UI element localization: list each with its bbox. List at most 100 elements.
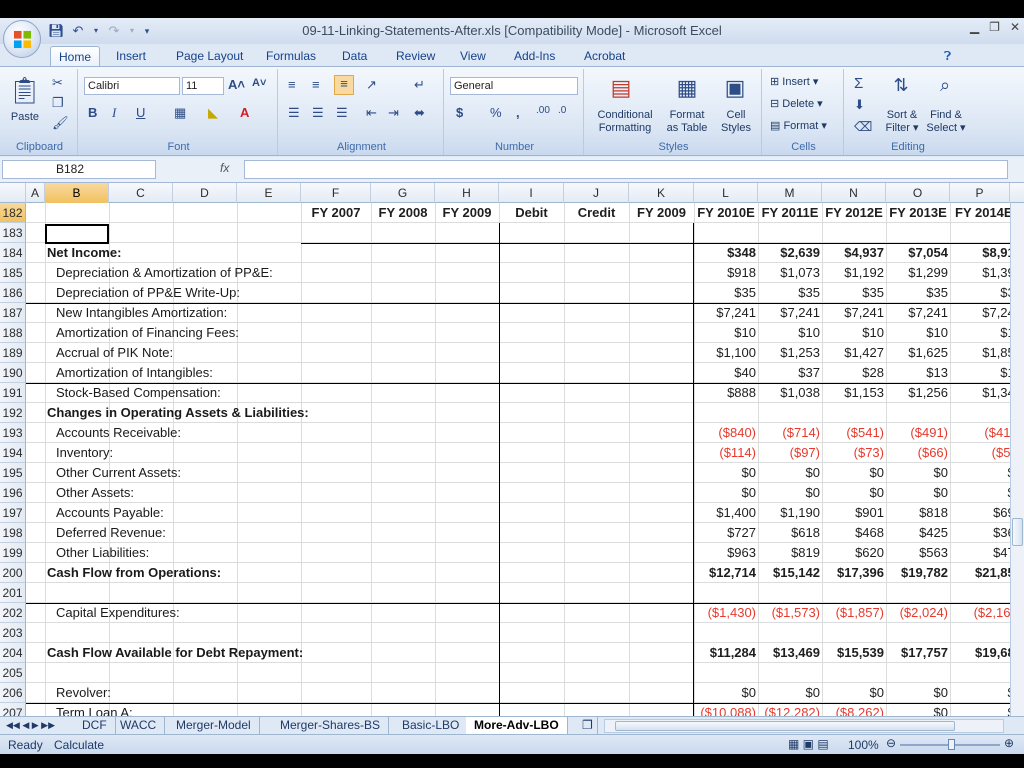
value-cell[interactable]: $17,396	[822, 563, 886, 583]
value-cell[interactable]: ($66)	[886, 443, 950, 463]
column-title-m[interactable]: FY 2011E	[758, 203, 822, 223]
value-cell[interactable]: $17,757	[886, 643, 950, 663]
align-bottom-icon[interactable]: ≡	[334, 75, 354, 95]
horizontal-scrollbar[interactable]	[604, 719, 1004, 733]
column-header-o[interactable]: O	[886, 183, 950, 203]
row-header[interactable]: 199	[0, 543, 26, 563]
tab-home[interactable]: Home	[50, 46, 101, 66]
row-header[interactable]: 203	[0, 623, 26, 643]
restore-icon[interactable]: ❐	[989, 20, 1000, 34]
value-cell[interactable]: $37	[758, 363, 822, 383]
row-label[interactable]: Deferred Revenue:	[56, 523, 166, 543]
underline-button[interactable]: U	[136, 105, 145, 120]
value-cell[interactable]: $0	[886, 483, 950, 503]
value-cell[interactable]: $727	[694, 523, 758, 543]
vertical-scrollbar[interactable]	[1010, 203, 1024, 716]
value-cell[interactable]: ($73)	[822, 443, 886, 463]
grow-font-icon[interactable]: A˄	[228, 77, 245, 92]
value-cell[interactable]: $1,299	[886, 263, 950, 283]
value-cell[interactable]: $620	[822, 543, 886, 563]
fill-color-icon[interactable]: ◣	[208, 105, 218, 121]
value-cell[interactable]: $35	[694, 283, 758, 303]
column-title-n[interactable]: FY 2012E	[822, 203, 886, 223]
align-right-icon[interactable]: ☰	[336, 105, 348, 121]
value-cell[interactable]: $0	[694, 463, 758, 483]
value-cell[interactable]: ($491)	[886, 423, 950, 443]
font-name-select[interactable]: Calibri	[84, 77, 180, 95]
cell-styles-button[interactable]: Cell Styles	[714, 109, 758, 135]
value-cell[interactable]: $10	[886, 323, 950, 343]
value-cell[interactable]: $0	[822, 463, 886, 483]
value-cell[interactable]: ($714)	[758, 423, 822, 443]
align-center-icon[interactable]: ☰	[312, 105, 324, 121]
cut-icon[interactable]: ✂	[52, 75, 63, 91]
row-label[interactable]: Cash Flow from Operations:	[47, 563, 221, 583]
increase-indent-icon[interactable]: ⇥	[388, 105, 399, 121]
column-title-g[interactable]: FY 2008	[371, 203, 435, 223]
value-cell[interactable]: $901	[822, 503, 886, 523]
minimize-icon[interactable]: ▁	[970, 20, 979, 34]
column-header-h[interactable]: H	[435, 183, 499, 203]
value-cell[interactable]: $1,153	[822, 383, 886, 403]
row-header[interactable]: 207	[0, 703, 26, 716]
number-format-select[interactable]: General	[450, 77, 578, 95]
decrease-indent-icon[interactable]: ⇤	[366, 105, 377, 121]
row-label[interactable]: Stock-Based Compensation:	[56, 383, 221, 403]
column-header-n[interactable]: N	[822, 183, 886, 203]
column-header-l[interactable]: L	[694, 183, 758, 203]
value-cell[interactable]: ($1,857)	[822, 603, 886, 623]
orientation-icon[interactable]: ↗	[366, 77, 377, 93]
sheet-tab-merger-shares-bs[interactable]: Merger-Shares-BS	[272, 717, 390, 734]
align-top-icon[interactable]: ≡	[288, 77, 296, 92]
value-cell[interactable]: $0	[822, 483, 886, 503]
row-header[interactable]: 205	[0, 663, 26, 683]
value-cell[interactable]: $19,782	[886, 563, 950, 583]
value-cell[interactable]: $2,639	[758, 243, 822, 263]
conditional-formatting-button[interactable]: Conditional Formatting	[588, 109, 662, 135]
value-cell[interactable]: $10	[758, 323, 822, 343]
copy-icon[interactable]: ❐	[52, 95, 64, 111]
row-header[interactable]: 190	[0, 363, 26, 383]
row-header[interactable]: 202	[0, 603, 26, 623]
delete-cells-button[interactable]: ⊟ Delete ▾	[770, 97, 840, 110]
row-header[interactable]: 201	[0, 583, 26, 603]
select-all-corner[interactable]	[0, 183, 26, 203]
close-icon[interactable]: ✕	[1010, 20, 1020, 34]
column-header-j[interactable]: J	[564, 183, 629, 203]
value-cell[interactable]: $35	[822, 283, 886, 303]
percent-button[interactable]: %	[490, 105, 502, 120]
zoom-in-icon[interactable]: ⊕	[1004, 736, 1014, 750]
value-cell[interactable]: $468	[822, 523, 886, 543]
align-middle-icon[interactable]: ≡	[312, 77, 320, 92]
value-cell[interactable]: $1,427	[822, 343, 886, 363]
value-cell[interactable]: $10	[694, 323, 758, 343]
tab-insert[interactable]: Insert	[108, 46, 154, 66]
column-title-f[interactable]: FY 2007	[301, 203, 371, 223]
row-header[interactable]: 188	[0, 323, 26, 343]
column-header-d[interactable]: D	[173, 183, 237, 203]
row-header[interactable]: 200	[0, 563, 26, 583]
value-cell[interactable]: $7,241	[822, 303, 886, 323]
value-cell[interactable]: $1,192	[822, 263, 886, 283]
value-cell[interactable]: $1,190	[758, 503, 822, 523]
tab-data[interactable]: Data	[334, 46, 375, 66]
row-label[interactable]: New Intangibles Amortization:	[56, 303, 227, 323]
value-cell[interactable]: $818	[886, 503, 950, 523]
row-label[interactable]: Term Loan A:	[56, 703, 133, 716]
row-header[interactable]: 197	[0, 503, 26, 523]
tab-view[interactable]: View	[452, 46, 494, 66]
tab-formulas[interactable]: Formulas	[258, 46, 324, 66]
column-header-m[interactable]: M	[758, 183, 822, 203]
value-cell[interactable]: $1,400	[694, 503, 758, 523]
value-cell[interactable]: $15,142	[758, 563, 822, 583]
find-select-icon[interactable]: ⌕	[932, 75, 958, 103]
format-as-table-icon[interactable]: ▦	[672, 75, 702, 103]
value-cell[interactable]: ($840)	[694, 423, 758, 443]
comma-button[interactable]: ,	[516, 105, 520, 120]
row-label[interactable]: Amortization of Intangibles:	[56, 363, 213, 383]
horizontal-scroll-thumb[interactable]	[615, 721, 955, 731]
value-cell[interactable]: $963	[694, 543, 758, 563]
value-cell[interactable]: ($2,024)	[886, 603, 950, 623]
insert-function-button[interactable]: fx	[220, 161, 229, 175]
row-header[interactable]: 192	[0, 403, 26, 423]
